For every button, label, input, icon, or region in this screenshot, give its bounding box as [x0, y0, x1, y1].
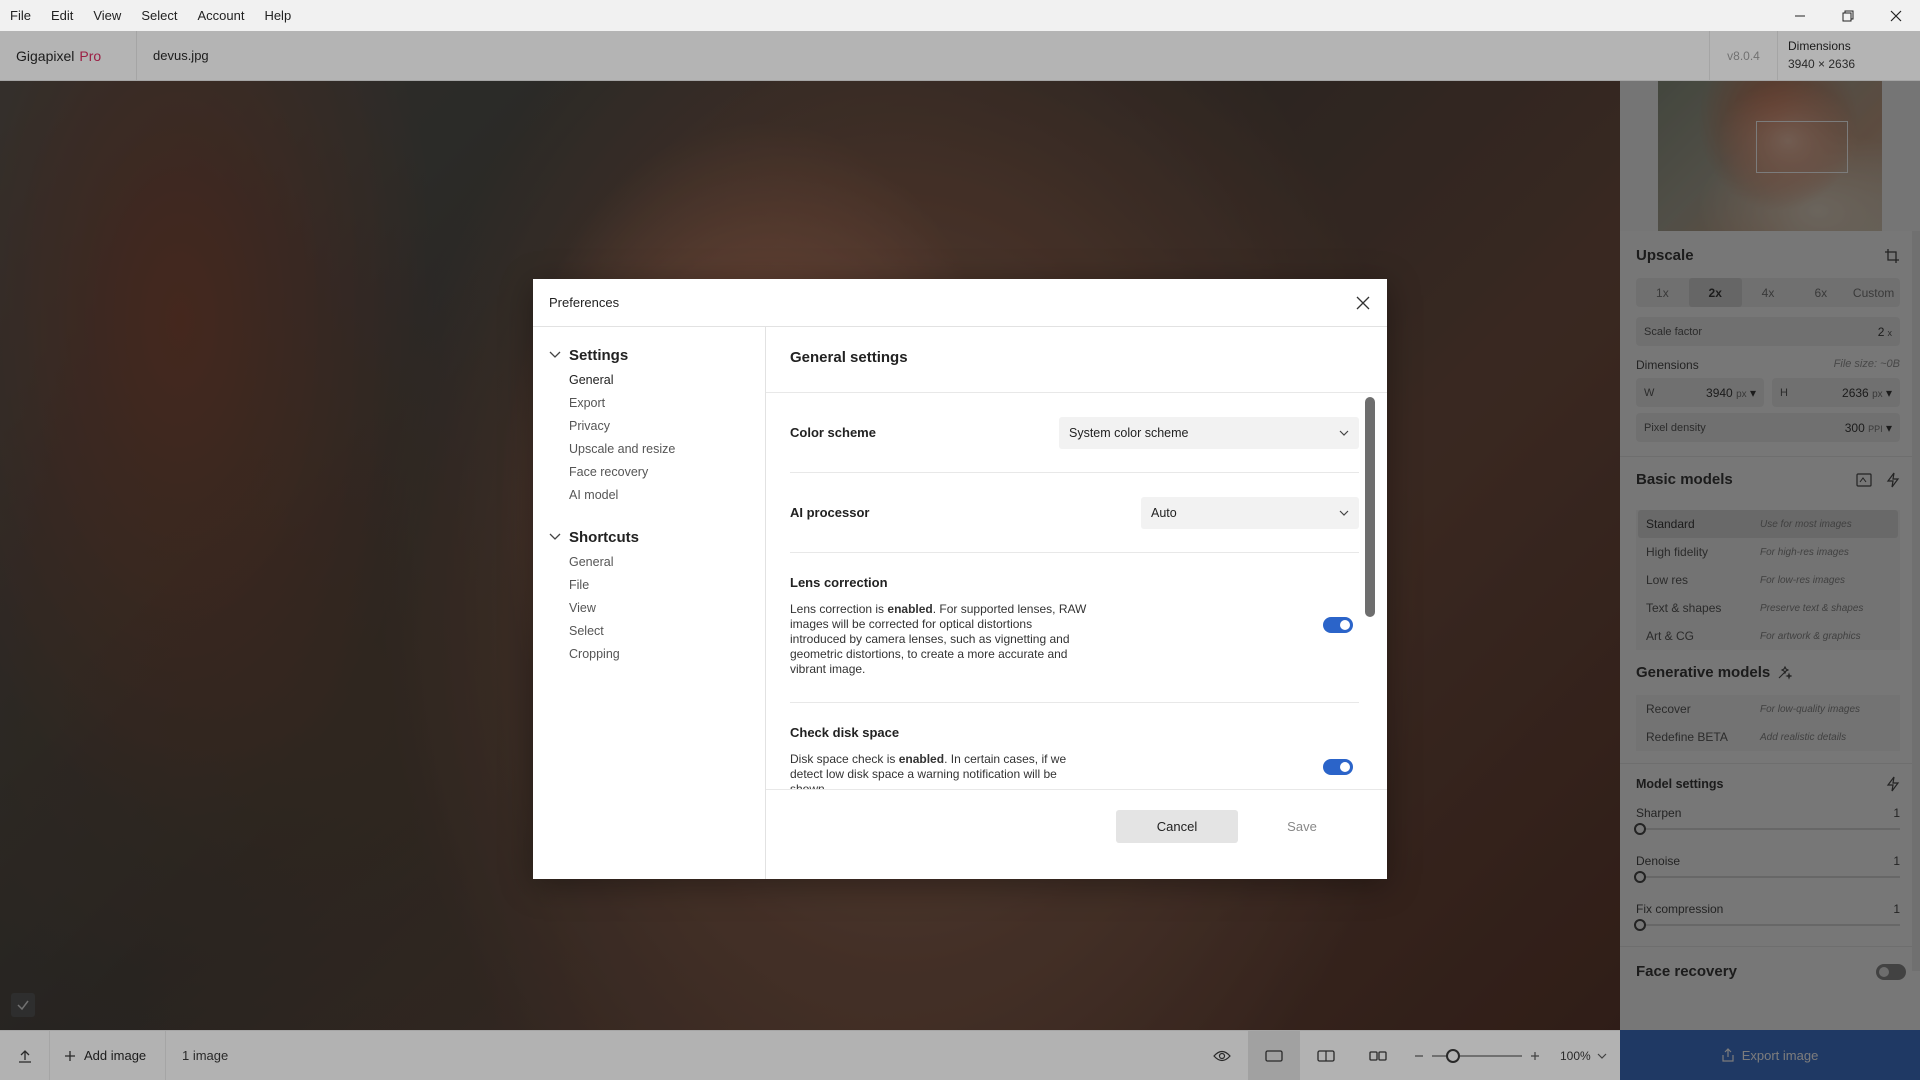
nav-settings-upscale-resize[interactable]: Upscale and resize — [533, 438, 765, 461]
settings-group-header[interactable]: Settings — [533, 345, 765, 365]
lens-desc-pre: Lens correction is — [790, 602, 888, 616]
close-icon — [1356, 296, 1370, 310]
menu-account[interactable]: Account — [187, 0, 254, 31]
dialog-close-button[interactable] — [1351, 291, 1375, 315]
menu-view[interactable]: View — [83, 0, 131, 31]
settings-group-label: Settings — [569, 346, 629, 364]
chevron-down-icon — [549, 351, 561, 358]
menu-help[interactable]: Help — [254, 0, 301, 31]
restore-button[interactable] — [1824, 0, 1872, 31]
ai-processor-label: AI processor — [790, 505, 870, 520]
settings-scroll-area[interactable]: Color scheme System color scheme AI proc… — [766, 393, 1387, 789]
toggle-knob — [1340, 620, 1350, 630]
cancel-button[interactable]: Cancel — [1116, 810, 1238, 843]
nav-settings-export[interactable]: Export — [533, 392, 765, 415]
save-button[interactable]: Save — [1252, 810, 1352, 843]
nav-shortcuts-select[interactable]: Select — [533, 620, 765, 643]
color-scheme-dropdown[interactable]: System color scheme — [1059, 416, 1359, 449]
lens-correction-toggle[interactable] — [1323, 617, 1353, 633]
preferences-dialog: Preferences Settings General Export Priv… — [533, 279, 1387, 879]
check-disk-space-row: Check disk space Disk space check is ena… — [790, 703, 1359, 789]
chevron-down-icon — [549, 533, 561, 540]
menu-edit[interactable]: Edit — [41, 0, 83, 31]
check-disk-space-toggle[interactable] — [1323, 759, 1353, 775]
minimize-icon — [1795, 15, 1805, 16]
lens-desc-status: enabled — [887, 602, 933, 616]
dialog-title: Preferences — [549, 295, 620, 310]
ai-processor-row: AI processor Auto — [790, 473, 1359, 553]
color-scheme-row: Color scheme System color scheme — [790, 393, 1359, 473]
disk-desc-pre: Disk space check is — [790, 752, 899, 766]
shortcuts-group-header[interactable]: Shortcuts — [533, 527, 765, 547]
minimize-button[interactable] — [1776, 0, 1824, 31]
nav-settings-general[interactable]: General — [533, 369, 765, 392]
lens-correction-row: Lens correction Lens correction is enabl… — [790, 553, 1359, 703]
ai-processor-value: Auto — [1151, 505, 1177, 520]
nav-settings-ai-model[interactable]: AI model — [533, 484, 765, 507]
close-icon — [1890, 10, 1902, 21]
disk-desc-status: enabled — [898, 752, 945, 766]
chevron-down-icon — [1339, 510, 1349, 516]
menu-select[interactable]: Select — [131, 0, 187, 31]
nav-shortcuts-view[interactable]: View — [533, 597, 765, 620]
ai-processor-dropdown[interactable]: Auto — [1141, 496, 1359, 529]
dialog-footer: Cancel Save — [766, 789, 1387, 879]
restore-icon — [1842, 10, 1854, 21]
nav-settings-privacy[interactable]: Privacy — [533, 415, 765, 438]
lens-correction-description: Lens correction is enabled. For supporte… — [790, 602, 1090, 677]
check-disk-space-title: Check disk space — [790, 725, 900, 740]
chevron-down-icon — [1339, 430, 1349, 436]
nav-shortcuts-file[interactable]: File — [533, 574, 765, 597]
menu-file[interactable]: File — [0, 0, 41, 31]
window-controls — [1776, 0, 1920, 31]
preferences-sidebar: Settings General Export Privacy Upscale … — [533, 327, 766, 879]
toggle-knob — [1340, 762, 1350, 772]
color-scheme-value: System color scheme — [1069, 425, 1189, 440]
close-window-button[interactable] — [1872, 0, 1920, 31]
general-settings-title: General settings — [766, 327, 1387, 393]
menubar: File Edit View Select Account Help — [0, 0, 1920, 31]
nav-shortcuts-cropping[interactable]: Cropping — [533, 643, 765, 666]
preferences-content: General settings Color scheme System col… — [766, 327, 1387, 879]
nav-shortcuts-general[interactable]: General — [533, 551, 765, 574]
nav-settings-face-recovery[interactable]: Face recovery — [533, 461, 765, 484]
dialog-header: Preferences — [533, 279, 1387, 327]
shortcuts-group: Shortcuts General File View Select Cropp… — [533, 527, 765, 666]
color-scheme-label: Color scheme — [790, 425, 876, 440]
lens-correction-title: Lens correction — [790, 575, 888, 590]
shortcuts-group-label: Shortcuts — [569, 528, 640, 546]
settings-scrollbar[interactable] — [1365, 397, 1375, 617]
settings-group: Settings General Export Privacy Upscale … — [533, 345, 765, 507]
check-disk-space-description: Disk space check is enabled. In certain … — [790, 752, 1090, 789]
